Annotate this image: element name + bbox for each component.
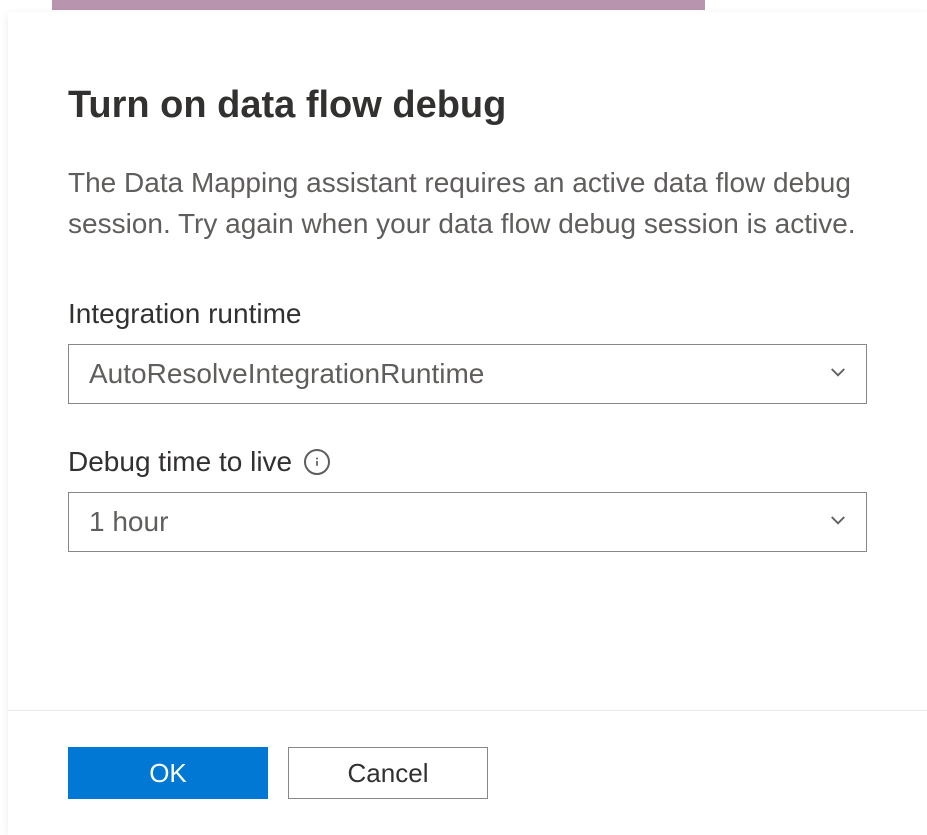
integration-runtime-label: Integration runtime <box>68 298 301 330</box>
cancel-button[interactable]: Cancel <box>288 747 488 799</box>
debug-ttl-label: Debug time to live <box>68 446 292 478</box>
debug-dialog: Turn on data flow debug The Data Mapping… <box>8 12 927 835</box>
info-icon[interactable] <box>304 449 330 475</box>
button-row: OK Cancel <box>68 711 867 799</box>
integration-runtime-value: AutoResolveIntegrationRuntime <box>89 358 484 390</box>
ok-button[interactable]: OK <box>68 747 268 799</box>
dialog-title: Turn on data flow debug <box>68 84 867 127</box>
debug-ttl-dropdown[interactable]: 1 hour <box>68 492 867 552</box>
field-label-row: Debug time to live <box>68 446 867 478</box>
integration-runtime-dropdown[interactable]: AutoResolveIntegrationRuntime <box>68 344 867 404</box>
progress-bar <box>52 0 705 10</box>
chevron-down-icon <box>828 362 848 387</box>
field-label-row: Integration runtime <box>68 298 867 330</box>
integration-runtime-field: Integration runtime AutoResolveIntegrati… <box>68 298 867 404</box>
chevron-down-icon <box>828 510 848 535</box>
debug-ttl-field: Debug time to live 1 hour <box>68 446 867 552</box>
debug-ttl-value: 1 hour <box>89 506 168 538</box>
dialog-description: The Data Mapping assistant requires an a… <box>68 163 867 244</box>
